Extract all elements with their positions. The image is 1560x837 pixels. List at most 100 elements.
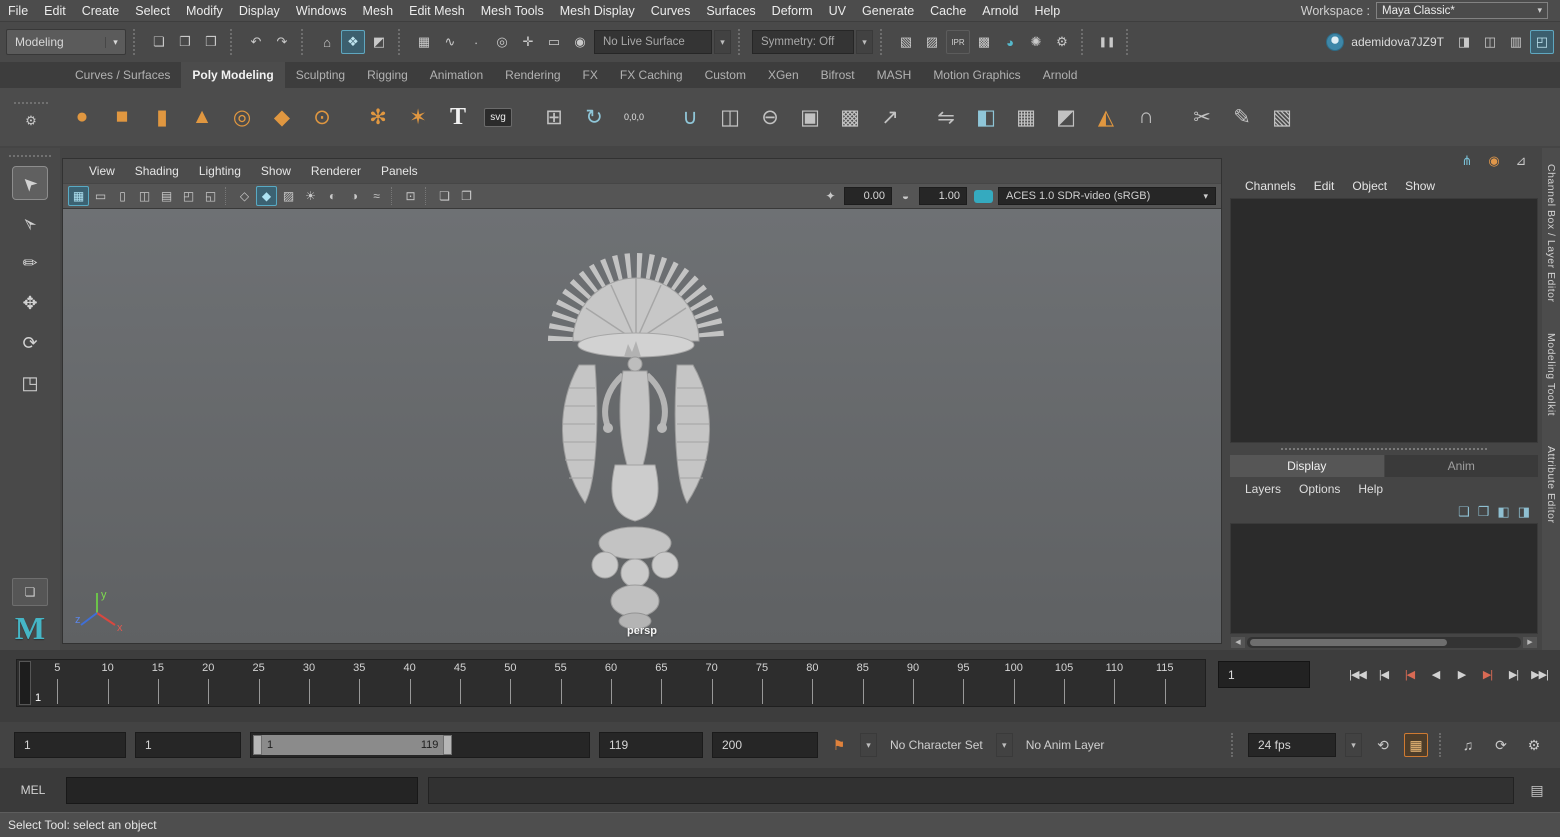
toggle-workspace-panel-icon[interactable]: ◨ xyxy=(1452,30,1476,54)
show-menu[interactable]: Show xyxy=(1396,177,1444,195)
paint-select-tool[interactable]: ✏ xyxy=(12,246,48,280)
tab-display-layers[interactable]: Display xyxy=(1230,455,1384,477)
timeline-ruler[interactable]: 1 5 10 15 20 25 30 35 40 45 50 55 60 65 … xyxy=(16,659,1206,707)
film-gate-icon[interactable]: ▭ xyxy=(90,186,111,206)
live-surface-field[interactable]: No Live Surface xyxy=(594,30,712,54)
safe-title-icon[interactable]: ◱ xyxy=(200,186,221,206)
shelf-tab-animation[interactable]: Animation xyxy=(419,62,494,88)
step-forward-frame-button[interactable]: ▶| xyxy=(1501,660,1526,688)
new-scene-button[interactable]: ❏ xyxy=(147,30,171,54)
step-back-key-button[interactable]: |◀ xyxy=(1397,660,1422,688)
toolbar-grip[interactable] xyxy=(880,29,887,55)
tab-attribute-editor[interactable]: Attribute Editor xyxy=(1545,446,1557,523)
safe-action-icon[interactable]: ◰ xyxy=(178,186,199,206)
smooth-shade-icon[interactable]: ◆ xyxy=(256,186,277,206)
snap-to-point-icon[interactable]: ∙ xyxy=(464,30,488,54)
shelf-tab-fx-caching[interactable]: FX Caching xyxy=(609,62,694,88)
superellipse-icon[interactable]: ✶ xyxy=(398,97,438,137)
symmetry-dropdown[interactable]: ▾ xyxy=(856,30,873,54)
uv-editor-icon[interactable]: ▧ xyxy=(1262,97,1302,137)
tab-channel-box-layer-editor[interactable]: Channel Box / Layer Editor xyxy=(1545,164,1557,303)
move-layer-up-icon[interactable]: ❑ xyxy=(1458,504,1470,520)
animation-preferences-icon[interactable]: ⚙ xyxy=(1522,733,1546,757)
toggle-outliner-icon[interactable]: ◫ xyxy=(1478,30,1502,54)
color-space-dropdown[interactable]: ACES 1.0 SDR-video (sRGB) ▾ xyxy=(998,187,1216,205)
go-to-end-button[interactable]: ▶▶| xyxy=(1527,660,1552,688)
menu-generate[interactable]: Generate xyxy=(854,2,922,20)
multi-cut-icon[interactable]: ✂ xyxy=(1182,97,1222,137)
redo-button[interactable]: ↷ xyxy=(270,30,294,54)
poly-cone-icon[interactable]: ▲ xyxy=(182,97,222,137)
panel-menu-panels[interactable]: Panels xyxy=(371,162,428,180)
new-empty-layer-icon[interactable]: ◧ xyxy=(1497,504,1509,520)
edit-menu[interactable]: Edit xyxy=(1305,177,1344,195)
cached-playback-icon[interactable]: ▦ xyxy=(1404,733,1428,757)
separate-icon[interactable]: ◫ xyxy=(710,97,750,137)
textured-display-icon[interactable]: ▨ xyxy=(278,186,299,206)
shelf-tab-custom[interactable]: Custom xyxy=(694,62,757,88)
boolean-icon[interactable]: ⊖ xyxy=(750,97,790,137)
light-editor-icon[interactable]: ✺ xyxy=(1024,30,1048,54)
toggle-modeling-toolkit-icon[interactable]: ◰ xyxy=(1530,30,1554,54)
step-forward-key-button[interactable]: ▶| xyxy=(1475,660,1500,688)
platonic-solid-icon[interactable]: ✻ xyxy=(358,97,398,137)
pause-viewport-icon[interactable]: ❚❚ xyxy=(1095,30,1119,54)
shelf-tab-motion-graphics[interactable]: Motion Graphics xyxy=(922,62,1031,88)
select-object-icon[interactable]: ❖ xyxy=(341,30,365,54)
shelf-tab-rendering[interactable]: Rendering xyxy=(494,62,571,88)
menu-cache[interactable]: Cache xyxy=(922,2,974,20)
menu-surfaces[interactable]: Surfaces xyxy=(698,2,763,20)
quad-draw-icon[interactable]: ✎ xyxy=(1222,97,1262,137)
render-settings-icon[interactable]: ⚙ xyxy=(1050,30,1074,54)
combine-icon[interactable]: ∪ xyxy=(670,97,710,137)
construction-plane-icon[interactable]: ⊞ xyxy=(534,97,574,137)
menu-arnold[interactable]: Arnold xyxy=(974,2,1026,20)
poly-torus-icon[interactable]: ◎ xyxy=(222,97,262,137)
type-tool-icon[interactable]: T xyxy=(438,97,478,137)
shelf-editor-gear-icon[interactable]: ⚙ xyxy=(19,109,43,133)
ipr-render-icon[interactable]: IPR xyxy=(946,30,970,54)
scrollbar-track[interactable] xyxy=(1247,637,1521,648)
color-management-icon[interactable] xyxy=(974,190,993,203)
menu-edit[interactable]: Edit xyxy=(36,2,74,20)
shelf-tab-fx[interactable]: FX xyxy=(572,62,609,88)
single-pane-layout-button[interactable]: ❏ xyxy=(12,578,48,606)
toolbar-grip[interactable] xyxy=(301,29,308,55)
render-view-icon[interactable]: ◕ xyxy=(998,30,1022,54)
model-garuda-statue[interactable] xyxy=(511,213,761,633)
playback-start-field[interactable]: 1 xyxy=(135,732,241,758)
menu-uv[interactable]: UV xyxy=(821,2,854,20)
tab-anim-layers[interactable]: Anim xyxy=(1385,455,1539,477)
range-start-handle[interactable] xyxy=(253,735,262,755)
command-output[interactable] xyxy=(428,777,1514,804)
workspace-selector[interactable]: Maya Classic* ▾ xyxy=(1376,2,1548,19)
bridge-icon[interactable]: ∩ xyxy=(1126,97,1166,137)
shelf-tab-xgen[interactable]: XGen xyxy=(757,62,810,88)
anti-aliasing-icon[interactable]: ≈ xyxy=(366,186,387,206)
save-scene-button[interactable]: ❒ xyxy=(199,30,223,54)
lasso-select-tool[interactable]: ➢ xyxy=(12,206,48,240)
bookmark-icon[interactable]: ⚑ xyxy=(827,733,851,757)
pane-layout-alt-icon[interactable]: ❐ xyxy=(456,186,477,206)
menu-curves[interactable]: Curves xyxy=(643,2,699,20)
exposure-icon[interactable]: ✦ xyxy=(820,186,841,206)
fps-arrow[interactable]: ▾ xyxy=(1345,733,1362,757)
toolbar-grip[interactable] xyxy=(398,29,405,55)
move-to-origin-icon[interactable]: 0,0,0 xyxy=(614,97,654,137)
isolate-select-icon[interactable]: ⊡ xyxy=(400,186,421,206)
step-back-frame-button[interactable]: |◀ xyxy=(1371,660,1396,688)
help-menu[interactable]: Help xyxy=(1349,480,1392,498)
grid-toggle-icon[interactable]: ▦ xyxy=(68,186,89,206)
render-open-view-icon[interactable]: ▧ xyxy=(894,30,918,54)
snap-to-curve-icon[interactable]: ∿ xyxy=(438,30,462,54)
command-language-toggle[interactable]: MEL xyxy=(10,783,56,797)
exposure-field[interactable]: 0.00 xyxy=(844,187,892,205)
menu-windows[interactable]: Windows xyxy=(288,2,355,20)
poly-plane-icon[interactable]: ◆ xyxy=(262,97,302,137)
playback-sync-icon[interactable]: ⟳ xyxy=(1489,733,1513,757)
render-current-frame-icon[interactable]: ▨ xyxy=(920,30,944,54)
poly-disc-icon[interactable]: ⊙ xyxy=(302,97,342,137)
shelf-grip[interactable] xyxy=(14,102,48,104)
select-tool[interactable]: ➤ xyxy=(12,166,48,200)
fill-hole-icon[interactable]: ▣ xyxy=(790,97,830,137)
